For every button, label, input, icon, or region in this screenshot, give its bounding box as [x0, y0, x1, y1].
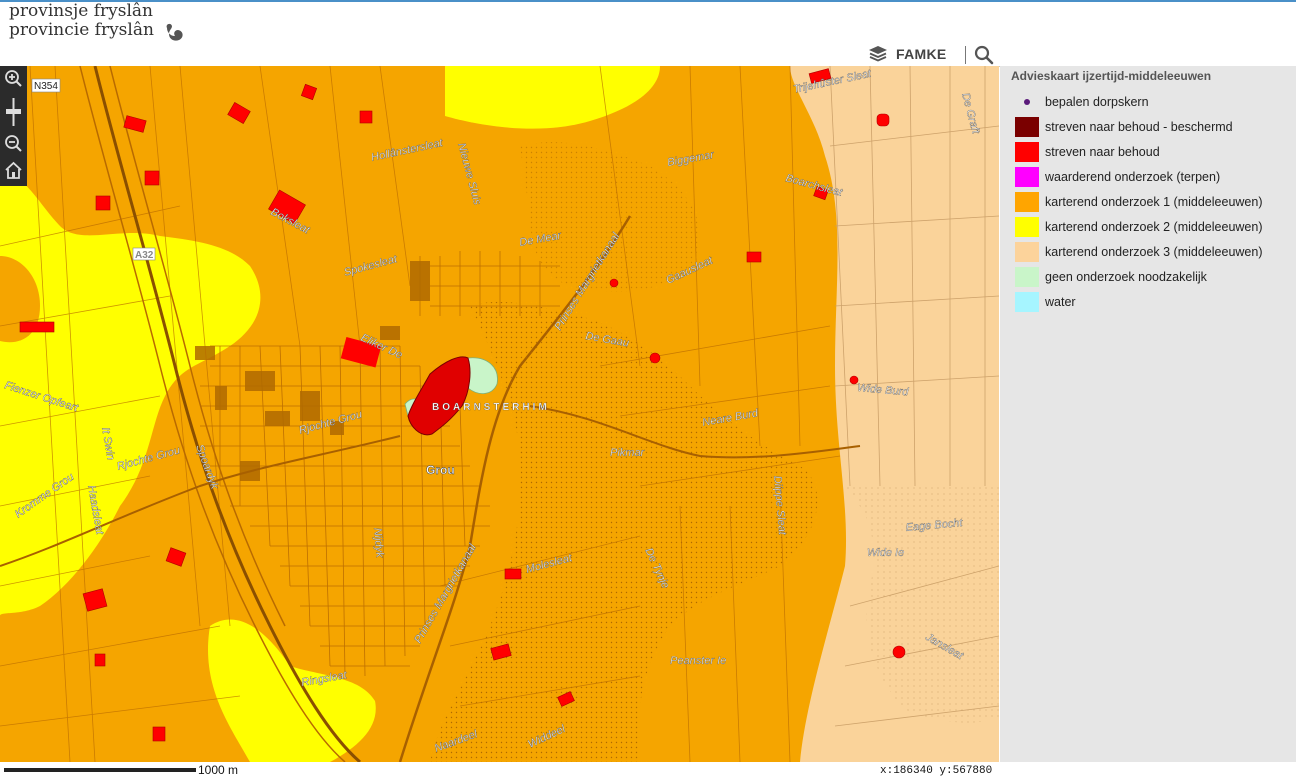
- swan-logo-icon: [166, 23, 183, 41]
- legend-panel: Advieskaart ijzertijd-middeleeuwen bepal…: [1000, 66, 1296, 762]
- legend-swatch: [1015, 267, 1039, 287]
- legend-item: water: [1015, 292, 1076, 312]
- legend-swatch: [1015, 217, 1039, 237]
- legend-item: bepalen dorpskern: [1015, 92, 1149, 112]
- provincie-logo[interactable]: provinsje fryslân provincie fryslân: [9, 2, 154, 40]
- scale-bar: [4, 768, 196, 772]
- road-shield-a32: A32: [132, 247, 156, 261]
- legend-item-label: karterend onderzoek 3 (middeleeuwen): [1045, 245, 1263, 259]
- legend-item-label: streven naar behoud: [1045, 145, 1160, 159]
- legend-item: streven naar behoud - beschermd: [1015, 117, 1233, 137]
- label-wide-ie: Wide Ie: [867, 547, 904, 559]
- legend-item: streven naar behoud: [1015, 142, 1160, 162]
- legend-item: karterend onderzoek 3 (middeleeuwen): [1015, 242, 1263, 262]
- label-grou: Grou: [426, 463, 455, 477]
- legend-swatch: [1015, 292, 1039, 312]
- header: provinsje fryslân provincie fryslân FAMK…: [0, 2, 1296, 67]
- label-boarnsterhim: BOARNSTERHIM: [432, 402, 550, 413]
- layers-button-label: FAMKE: [896, 46, 947, 62]
- legend-title: Advieskaart ijzertijd-middeleeuwen: [1011, 69, 1212, 83]
- legend-item: waarderend onderzoek (terpen): [1015, 167, 1220, 187]
- zoom-out-icon[interactable]: [4, 134, 23, 153]
- logo-line-dutch: provincie fryslân: [9, 20, 154, 40]
- legend-item-label: waarderend onderzoek (terpen): [1045, 170, 1221, 184]
- svg-text:N354: N354: [34, 81, 58, 92]
- scale-label: 1000 m: [198, 763, 239, 777]
- legend-swatch: [1015, 192, 1039, 212]
- road-shield-n354: N354: [31, 78, 61, 93]
- svg-text:A32: A32: [135, 250, 154, 261]
- layers-button[interactable]: FAMKE: [868, 42, 947, 66]
- home-icon[interactable]: [4, 161, 23, 180]
- coordinate-readout: x:186340 y:567880: [880, 765, 993, 777]
- map-footer: 1000 m x:186340 y:567880: [0, 762, 1296, 780]
- label-pikmar: Pikmar: [610, 447, 646, 459]
- legend-swatch: [1015, 142, 1039, 162]
- legend-item-label: geen onderzoek noodzakelijk: [1045, 270, 1207, 284]
- legend-item: geen onderzoek noodzakelijk: [1015, 267, 1207, 287]
- search-icon[interactable]: [973, 44, 995, 66]
- layers-icon: [869, 46, 887, 62]
- legend-swatch: [1015, 117, 1039, 137]
- label-peansterie: Peanster Ie: [670, 655, 726, 667]
- map-navigation-bar: [0, 66, 27, 186]
- legend-item-label: streven naar behoud - beschermd: [1045, 120, 1233, 134]
- legend-swatch: [1015, 242, 1039, 262]
- legend-item: karterend onderzoek 2 (middeleeuwen): [1015, 217, 1263, 237]
- legend-item: karterend onderzoek 1 (middeleeuwen): [1015, 192, 1263, 212]
- zoom-slider[interactable]: [4, 98, 23, 126]
- legend-item-label: water: [1045, 295, 1076, 309]
- header-separator: [965, 46, 966, 64]
- legend-swatch: [1015, 167, 1039, 187]
- map-canvas[interactable]: Trijehûster Sleat De Graft Hollânstersle…: [0, 66, 999, 762]
- legend-item-label: karterend onderzoek 2 (middeleeuwen): [1045, 220, 1263, 234]
- map-viewport[interactable]: Trijehûster Sleat De Graft Hollânstersle…: [0, 66, 999, 762]
- legend-dot-symbol: [1015, 92, 1039, 112]
- zoom-in-icon[interactable]: [4, 69, 23, 88]
- legend-item-label: bepalen dorpskern: [1045, 95, 1149, 109]
- logo-line-frisian: provinsje fryslân: [9, 1, 153, 21]
- legend-item-label: karterend onderzoek 1 (middeleeuwen): [1045, 195, 1263, 209]
